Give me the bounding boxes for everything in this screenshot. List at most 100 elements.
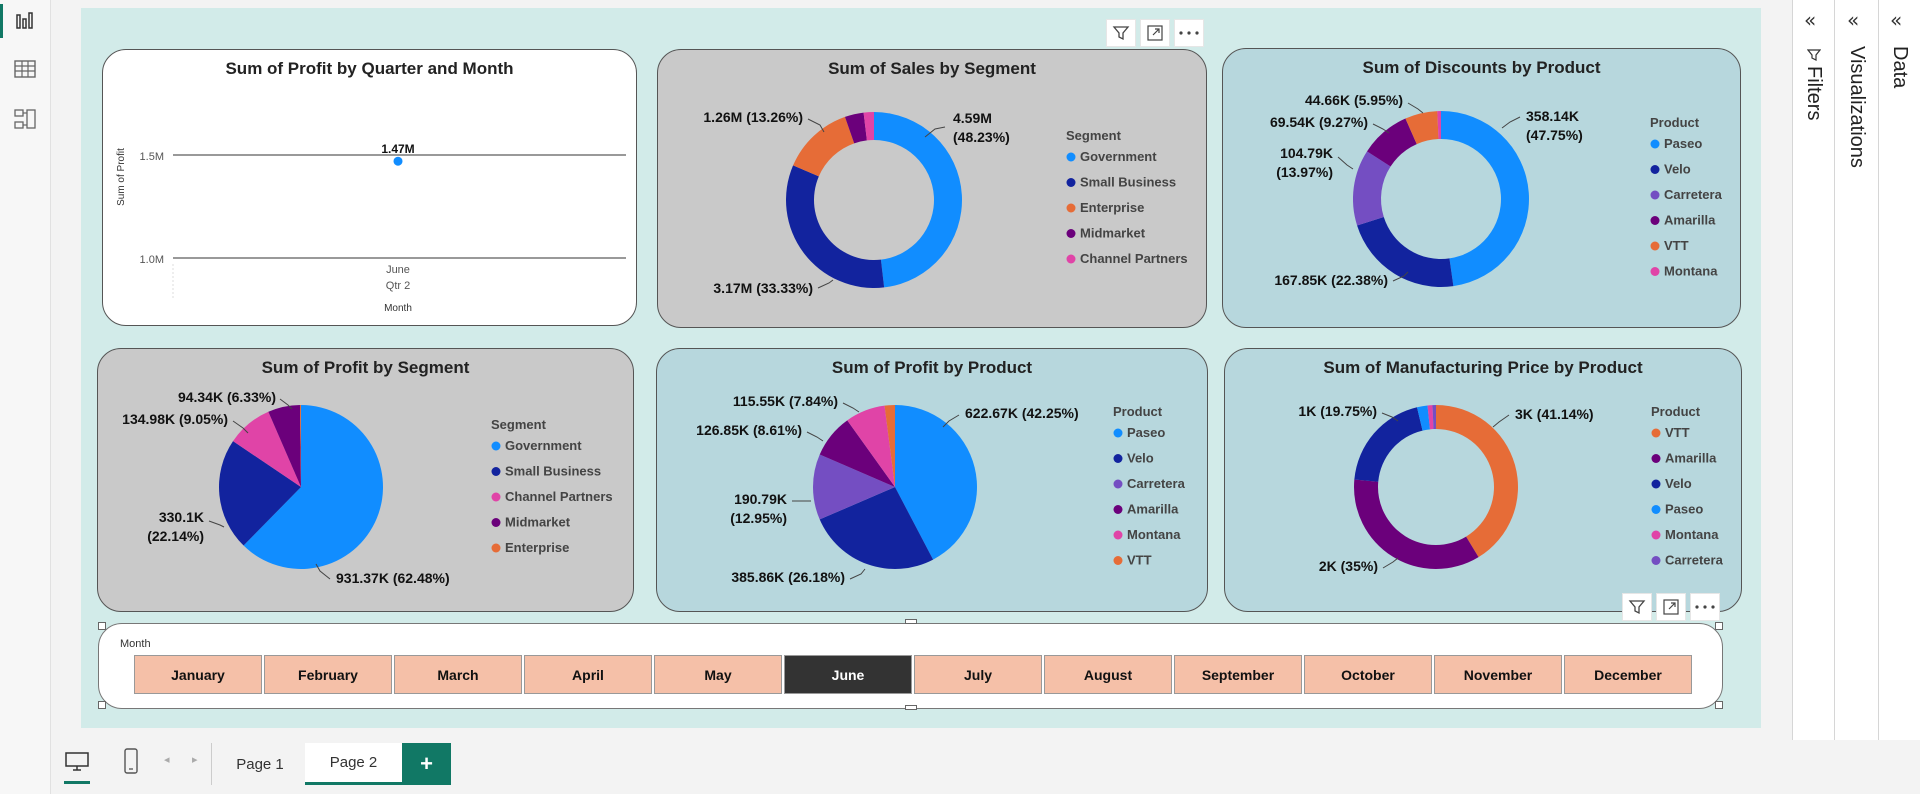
collapse-chevron-icon[interactable]: « [1890,8,1902,32]
month-button-january[interactable]: January [134,655,262,694]
month-button-march[interactable]: March [394,655,522,694]
legend-item[interactable]: Government [505,438,582,453]
desktop-icon [65,752,89,771]
data-label: 385.86K (26.18%) [731,569,845,585]
legend-item[interactable]: Montana [1127,527,1181,542]
resize-handle[interactable] [905,705,917,710]
focus-mode-button[interactable] [1656,593,1686,621]
x-group-label: Qtr 2 [386,280,410,292]
legend-item[interactable]: Velo [1127,451,1154,466]
legend-item[interactable]: Paseo [1665,502,1703,517]
legend-marker [491,518,501,527]
month-button-september[interactable]: September [1174,655,1302,694]
leader-line [1382,557,1399,569]
profit-by-product-visual[interactable]: Sum of Profit by Product 622.67K (42.25%… [656,348,1208,612]
mfg-price-by-product-visual[interactable]: Sum of Manufacturing Price by Product 3K… [1224,348,1742,612]
legend-item[interactable]: Carretera [1664,187,1723,202]
leader-line [806,431,824,442]
filters-pane-collapsed[interactable]: « Filters [1792,0,1835,740]
month-button-november[interactable]: November [1434,655,1562,694]
profit-by-segment-visual[interactable]: Sum of Profit by Segment 931.37K (62.48%… [97,348,634,612]
legend-item[interactable]: Enterprise [505,540,569,555]
legend-item[interactable]: Paseo [1127,425,1165,440]
data-pane-collapsed[interactable]: « Data [1878,0,1920,740]
legend-item[interactable]: Velo [1665,476,1692,491]
resize-handle[interactable] [98,622,106,630]
legend-marker [1650,241,1660,251]
profit-by-quarter-month-visual[interactable]: Sum of Profit by Quarter and Month 1.5M … [102,49,637,326]
sales-by-segment-visual[interactable]: Sum of Sales by Segment 4.59M (48.23%) 3.1… [657,49,1207,328]
legend-marker [1651,454,1661,463]
data-label: 115.55K (7.84%) [733,393,838,409]
legend-item[interactable]: Enterprise [1080,200,1144,215]
legend-item[interactable]: Midmarket [1080,226,1146,241]
legend-marker [491,492,501,502]
month-button-july[interactable]: July [914,655,1042,694]
legend-item[interactable]: Paseo [1664,136,1702,151]
scroll-right-arrow-icon[interactable]: ▸ [192,753,198,766]
legend-item[interactable]: Channel Partners [505,489,613,504]
legend-item[interactable]: Amarilla [1127,502,1179,517]
more-options-button[interactable] [1690,593,1720,621]
legend-item[interactable]: Channel Partners [1080,251,1188,266]
resize-handle[interactable] [98,701,106,709]
filter-icon [1112,26,1130,41]
resize-handle[interactable] [1715,701,1723,709]
mobile-layout-button[interactable] [124,748,138,778]
slice-vtt[interactable] [1436,405,1518,558]
more-options-icon [1695,605,1715,609]
month-button-february[interactable]: February [264,655,392,694]
month-button-august[interactable]: August [1044,655,1172,694]
tab-page-1[interactable]: Page 1 [212,743,308,785]
legend-item[interactable]: Carretera [1127,476,1186,491]
collapse-chevron-icon[interactable]: « [1847,8,1859,32]
leader-line [1492,414,1510,428]
legend-item[interactable]: Montana [1664,264,1718,279]
legend-item[interactable]: Amarilla [1664,213,1716,228]
filters-pane-label: Filters [1803,66,1825,121]
month-button-october[interactable]: October [1304,655,1432,694]
legend-marker [491,441,501,451]
tab-page-2[interactable]: Page 2 [305,743,402,785]
model-view-button[interactable] [8,102,42,136]
data-point[interactable] [393,156,403,166]
legend-item[interactable]: Small Business [1080,175,1176,190]
legend-item[interactable]: VTT [1665,425,1690,440]
resize-handle[interactable] [1715,622,1723,630]
slice-government[interactable] [874,112,963,288]
leader-line [842,402,860,413]
month-slicer[interactable]: Month January February March April May June Ju… [98,623,1723,709]
table-view-button[interactable] [8,52,42,86]
legend-item[interactable]: VTT [1664,238,1689,253]
filter-button[interactable] [1106,19,1136,47]
legend-item[interactable]: Midmarket [505,515,571,530]
legend-item[interactable]: VTT [1127,553,1152,568]
month-button-april[interactable]: April [524,655,652,694]
legend-item[interactable]: Small Business [505,464,601,479]
add-page-button[interactable]: + [402,743,451,785]
slice-paseo[interactable] [1441,111,1530,287]
scroll-left-arrow-icon[interactable]: ◂ [164,753,170,766]
desktop-layout-button[interactable] [64,751,90,784]
legend-item[interactable]: Amarilla [1665,451,1717,466]
collapse-chevron-icon[interactable]: « [1804,8,1816,32]
month-button-december[interactable]: December [1564,655,1692,694]
x-axis-title: Month [384,303,412,314]
month-button-may[interactable]: May [654,655,782,694]
filter-button[interactable] [1622,593,1652,621]
legend-marker [491,543,501,553]
legend-item[interactable]: Velo [1664,162,1691,177]
more-options-button[interactable] [1174,19,1204,47]
slice-small-business[interactable] [786,165,885,288]
legend-item[interactable]: Government [1080,149,1157,164]
slice-enterprise[interactable] [793,116,855,177]
resize-handle[interactable] [905,619,917,624]
report-view-button[interactable] [8,4,42,38]
month-button-june[interactable]: June [784,655,912,694]
discounts-by-product-visual[interactable]: Sum of Discounts by Product 358.14K (47.7… [1222,48,1741,328]
visualizations-pane-collapsed[interactable]: « Visualizations [1834,0,1879,740]
legend-item[interactable]: Carretera [1665,553,1724,568]
focus-mode-button[interactable] [1140,19,1170,47]
legend-item[interactable]: Montana [1665,527,1719,542]
slice-amarilla[interactable] [1354,479,1479,569]
